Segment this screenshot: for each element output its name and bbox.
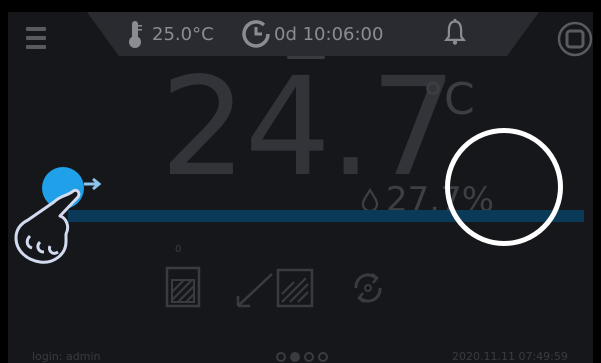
page-dot[interactable] [304,352,314,362]
temperature-setpoint-value: 25.0°C [152,23,214,45]
arrow-right-icon [84,177,102,191]
menu-icon[interactable] [26,27,46,49]
page-indicator[interactable] [276,352,328,362]
timer-icon [242,20,270,48]
screen: 25.0°C 0d 10:06:00 24.7 °C 27.7% 0 login… [8,12,593,363]
program-loop-icon[interactable] [348,268,388,308]
program-segment-icon[interactable] [165,264,201,308]
program-step-label: 0 [175,244,182,255]
thermometer-icon [129,21,142,48]
highlight-ring [445,128,563,246]
date-time: 2020.11.11 07:49:59 [452,350,568,363]
temperature-unit: °C [422,74,475,125]
program-ramp-icon[interactable] [236,264,316,308]
temperature-setpoint[interactable]: 25.0°C [126,20,214,48]
bell-icon[interactable] [443,18,467,46]
humidity-drop-icon [361,188,379,212]
page-dot[interactable] [276,352,286,362]
page-dot[interactable] [318,352,328,362]
login-status: login: admin [32,350,101,363]
pointing-hand-icon [14,188,81,264]
stop-icon[interactable] [557,21,593,57]
temperature-reading: 24.7 [160,49,457,207]
page-dot-active[interactable] [290,352,300,362]
timer[interactable]: 0d 10:06:00 [242,20,383,48]
timer-value: 0d 10:06:00 [274,23,384,45]
